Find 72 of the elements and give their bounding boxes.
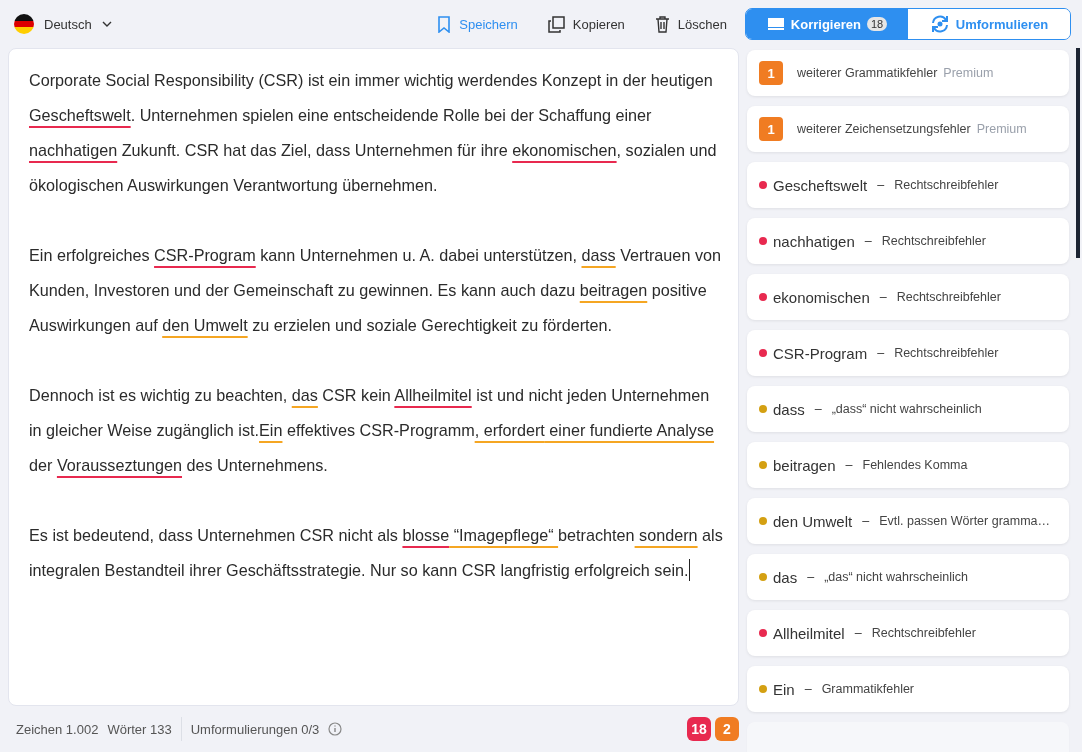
issue-card[interactable]: Ein – Grammatikfehler [747,666,1069,712]
issue-description: Rechtschreibfehler [871,626,976,640]
copy-button[interactable]: Kopieren [547,15,625,33]
issue-description: Rechtschreibfehler [894,346,999,360]
issue-card[interactable]: beitragen – Fehlendes Komma [747,442,1069,488]
count-badge: 18 [866,17,888,31]
chevron-down-icon [101,21,112,27]
dash: – [879,290,887,304]
issue-card[interactable]: den Umwelt – Evtl. passen Wörter gramma… [747,498,1069,544]
issue-card[interactable]: das – „das“ nicht wahrscheinlich [747,554,1069,600]
delete-button[interactable]: Löschen [654,15,727,33]
count-badge: 1 [759,117,783,141]
dash: – [804,682,812,696]
issue-card[interactable]: 1 weiterer Grammatikfehler Premium [747,50,1069,96]
mode-tab[interactable]: Korrigieren 18 [746,9,908,39]
dash: – [807,570,815,584]
issue-description: Rechtschreibfehler [881,234,986,248]
issue-card[interactable]: 1 weiterer Zeichensetzungsfehler Premium [747,106,1069,152]
issue-card[interactable]: Gescheftswelt – Rechtschreibfehler [747,162,1069,208]
flag-icon [14,14,34,34]
issue-card[interactable]: ekonomischen – Rechtschreibfehler [747,274,1069,320]
dash: – [877,346,885,360]
issue-card[interactable]: Allheilmitel – Rechtschreibfehler [747,610,1069,656]
word-count: Wörter 133 [107,721,172,737]
issue-description: Evtl. passen Wörter gramma… [879,514,1051,528]
issue-word: nachhatigen [773,232,855,250]
paragraph: Dennoch ist es wichtig zu beachten, das CSR kein Allheilmitel ist und nicht jeden Unternehmen in gleicher Weise zugänglich ist.Ein effektives CSR-Programm, erfordert einer fundierte Analyse der Vorausseztungen des Unternehmens. [29,385,716,476]
issue-text: weiterer Grammatikfehler [797,66,938,80]
count-badge: 1 [759,61,783,85]
dash: – [864,234,872,248]
issue-description: Rechtschreibfehler [894,178,999,192]
issue-description: „das“ nicht wahrscheinlich [824,570,968,584]
count-badge: 2 [715,717,739,741]
issue-card[interactable]: nachhatigen – Rechtschreibfehler [747,218,1069,264]
refresh-icon [929,15,950,33]
issue-word: beitragen [773,456,836,474]
dash: – [814,402,822,416]
paragraph: Es ist bedeutend, dass Unternehmen CSR nicht als blosse “Imagepflege“ betrachten sondern als integralen Bestandteil ihrer Geschäftsstrategie. Nur so kann CSR langfristig erfolgreich sein. [29,525,724,583]
paragraph: Corporate Social Responsibility (CSR) ist ein immer wichtig werdendes Konzept in der heutigen Gescheftswelt. Unternehmen spielen eine entscheidende Rolle bei der Schaffung einer nachhatigen Zukunft. CSR hat das Ziel, dass Unternehmen für ihre ekonomischen, sozialen und ökologischen Auswirkungen Verantwortung übernehmen. [29,70,718,196]
copy-icon [547,15,565,33]
issue-card[interactable]: CSR-Program – Rechtschreibfehler [747,330,1069,376]
issue-word: Ein [773,680,795,698]
trash-icon [654,15,670,33]
issue-text: weiterer Zeichensetzungsfehler [797,122,971,136]
premium-label: Premium [976,122,1027,136]
character-count: Zeichen 1.002 [16,721,99,737]
issue-word: Gescheftswelt [773,176,868,194]
scrollbar[interactable] [1076,48,1080,258]
issue-word: CSR-Program [773,344,868,362]
issue-word: Allheilmitel [773,624,845,642]
dash: – [862,514,870,528]
issue-word: den Umwelt [773,512,853,530]
rephrasing-count: Umformulierungen 0/3 [190,721,320,737]
issue-description: Rechtschreibfehler [896,290,1001,304]
issue-word: dass [773,400,805,418]
language-selector[interactable]: Deutsch [14,14,112,34]
issue-card[interactable]: dass – „dass“ nicht wahrscheinlich [747,386,1069,432]
info-icon[interactable] [328,722,343,736]
dash: – [845,458,853,472]
count-badge: 18 [687,717,711,741]
issue-description: Grammatikfehler [821,682,915,696]
issue-description: „dass“ nicht wahrscheinlich [831,402,982,416]
bookmark-icon [437,15,452,33]
premium-label: Premium [943,66,994,80]
dash: – [854,626,862,640]
issue-word: das [773,568,798,586]
paragraph: Ein erfolgreiches CSR-Program kann Unternehmen u. A. dabei unterstützen, dass Vertrauen von Kunden, Investoren und der Gemeinschaft zu gewinnen. Es kann auch dazu beitragen positive Auswirkungen auf den Umwelt zu erzielen und soziale Gerechtigkeit zu förderten. [29,245,722,336]
dash: – [877,178,885,192]
issue-description: Fehlendes Komma [862,458,968,472]
text-cursor [688,559,690,581]
panel-icon [766,17,785,31]
issue-word: ekonomischen [773,288,870,306]
